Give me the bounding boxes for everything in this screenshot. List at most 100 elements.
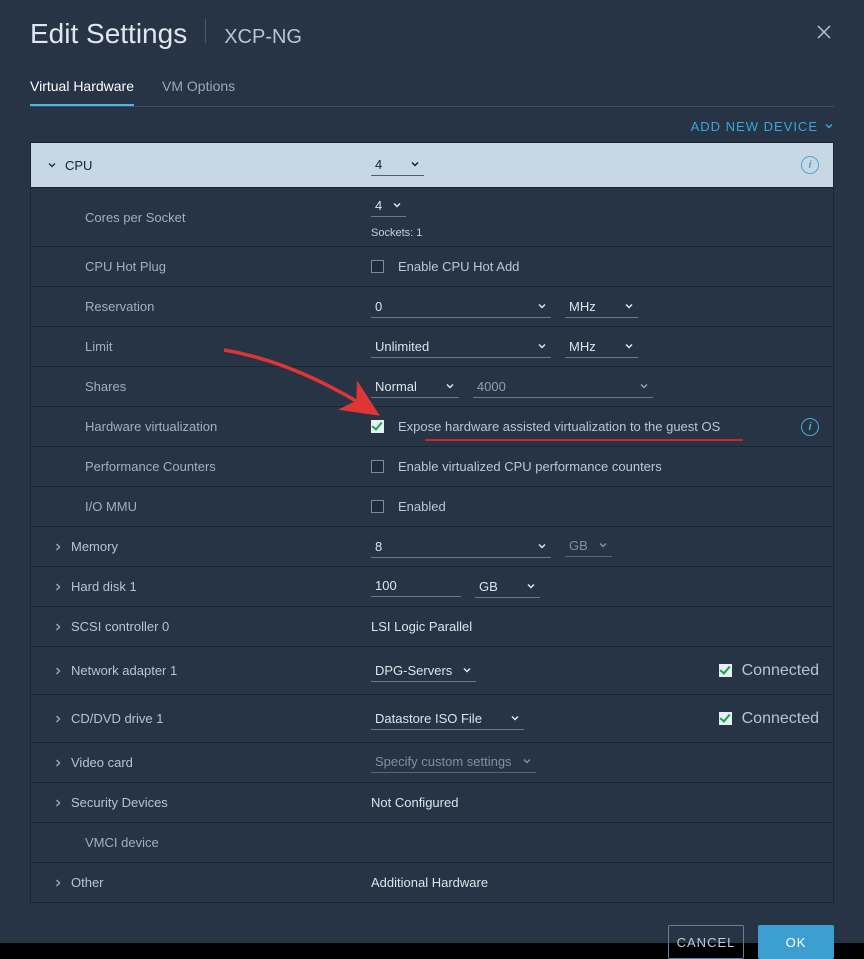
- scsi-value: LSI Logic Parallel: [371, 619, 472, 634]
- chevron-right-icon: [53, 798, 63, 808]
- close-icon[interactable]: [814, 22, 834, 47]
- vm-name: XCP-NG: [224, 26, 302, 49]
- tab-vm-options[interactable]: VM Options: [162, 78, 235, 106]
- cd-select[interactable]: Datastore ISO File: [371, 708, 524, 730]
- limit-unit-select[interactable]: MHz: [565, 336, 638, 358]
- chevron-right-icon: [53, 714, 63, 724]
- chevron-down-icon: [537, 299, 547, 314]
- row-limit: Limit Unlimited MHz: [31, 326, 833, 366]
- chevron-down-icon: [47, 160, 57, 170]
- shares-mode: Normal: [375, 379, 417, 394]
- chevron-down-icon: [462, 663, 472, 678]
- cpu-label: CPU: [65, 158, 92, 173]
- annotation-underline: [425, 439, 743, 441]
- cd-connected-label: Connected: [742, 710, 819, 728]
- row-network-adapter-1[interactable]: Network adapter 1 DPG-Servers Connected: [31, 646, 833, 694]
- performance-counters-label: Performance Counters: [85, 459, 216, 474]
- network-connected-label: Connected: [742, 662, 819, 680]
- cpu-count-select[interactable]: 4: [371, 154, 424, 176]
- row-reservation: Reservation 0 MHz: [31, 286, 833, 326]
- network-label: Network adapter 1: [71, 663, 177, 678]
- row-cd-dvd-drive-1[interactable]: CD/DVD drive 1 Datastore ISO File Connec…: [31, 694, 833, 742]
- shares-label: Shares: [85, 379, 126, 394]
- cores-per-socket-label: Cores per Socket: [85, 210, 185, 225]
- chevron-right-icon: [53, 622, 63, 632]
- other-value: Additional Hardware: [371, 875, 488, 890]
- add-new-device-button[interactable]: ADD NEW DEVICE: [691, 119, 834, 134]
- video-value: Specify custom settings: [375, 754, 512, 769]
- hard-disk-size-input[interactable]: [371, 576, 461, 597]
- add-device-label: ADD NEW DEVICE: [691, 119, 818, 134]
- row-security-devices[interactable]: Security Devices Not Configured: [31, 782, 833, 822]
- limit-label: Limit: [85, 339, 112, 354]
- info-icon[interactable]: i: [801, 156, 819, 174]
- tabs: Virtual Hardware VM Options: [30, 78, 834, 107]
- hardware-virtualization-label: Hardware virtualization: [85, 419, 217, 434]
- memory-unit: GB: [569, 538, 588, 553]
- row-hard-disk-1[interactable]: Hard disk 1 GB: [31, 566, 833, 606]
- hard-disk-label: Hard disk 1: [71, 579, 137, 594]
- io-mmu-checkbox[interactable]: [371, 500, 384, 513]
- cd-connected-checkbox[interactable]: [719, 712, 732, 725]
- limit-select[interactable]: Unlimited: [371, 336, 551, 358]
- chevron-down-icon: [537, 339, 547, 354]
- ok-button[interactable]: OK: [758, 925, 834, 959]
- expose-hv-checkbox[interactable]: [371, 420, 384, 433]
- cancel-button[interactable]: CANCEL: [668, 925, 744, 959]
- limit-unit: MHz: [569, 339, 596, 354]
- reservation-value: 0: [375, 299, 382, 314]
- row-other[interactable]: Other Additional Hardware: [31, 862, 833, 902]
- chevron-right-icon: [53, 582, 63, 592]
- reservation-unit-select[interactable]: MHz: [565, 296, 638, 318]
- row-cpu-hot-plug: CPU Hot Plug Enable CPU Hot Add: [31, 246, 833, 286]
- cpu-hot-add-label: Enable CPU Hot Add: [398, 259, 519, 274]
- chevron-right-icon: [53, 878, 63, 888]
- title-divider: [205, 19, 206, 43]
- chevron-down-icon: [624, 299, 634, 314]
- row-cpu[interactable]: CPU 4 i: [31, 143, 833, 187]
- chevron-right-icon: [53, 758, 63, 768]
- shares-mode-select[interactable]: Normal: [371, 376, 459, 398]
- network-connected-checkbox[interactable]: [719, 664, 732, 677]
- row-memory[interactable]: Memory 8 GB: [31, 526, 833, 566]
- hard-disk-unit: GB: [479, 579, 498, 594]
- video-select[interactable]: Specify custom settings: [371, 752, 536, 773]
- network-select[interactable]: DPG-Servers: [371, 660, 476, 682]
- row-vmci-device: VMCI device: [31, 822, 833, 862]
- cpu-hot-add-checkbox[interactable]: [371, 260, 384, 273]
- chevron-down-icon: [445, 379, 455, 394]
- dialog-header: Edit Settings XCP-NG: [30, 18, 834, 60]
- row-scsi-controller-0[interactable]: SCSI controller 0 LSI Logic Parallel: [31, 606, 833, 646]
- edit-settings-dialog: Edit Settings XCP-NG Virtual Hardware VM…: [0, 0, 864, 943]
- chevron-down-icon: [522, 754, 532, 769]
- perf-counters-checkbox[interactable]: [371, 460, 384, 473]
- memory-label: Memory: [71, 539, 118, 554]
- chevron-down-icon: [824, 119, 834, 134]
- memory-value-select[interactable]: 8: [371, 536, 551, 558]
- dialog-footer: CANCEL OK: [30, 925, 834, 959]
- reservation-label: Reservation: [85, 299, 154, 314]
- tab-virtual-hardware[interactable]: Virtual Hardware: [30, 78, 134, 106]
- network-value: DPG-Servers: [375, 663, 452, 678]
- row-shares: Shares Normal 4000: [31, 366, 833, 406]
- info-icon[interactable]: i: [801, 418, 819, 436]
- memory-unit-select[interactable]: GB: [565, 536, 612, 557]
- cores-per-socket-value: 4: [375, 198, 382, 213]
- row-hardware-virtualization: Hardware virtualization Expose hardware …: [31, 406, 833, 446]
- row-cores-per-socket: Cores per Socket 4 Sockets: 1: [31, 187, 833, 246]
- row-video-card[interactable]: Video card Specify custom settings: [31, 742, 833, 782]
- shares-value-select[interactable]: 4000: [473, 376, 653, 398]
- vmci-label: VMCI device: [85, 835, 159, 850]
- io-mmu-enabled-label: Enabled: [398, 499, 446, 514]
- shares-value: 4000: [477, 379, 506, 394]
- chevron-down-icon: [510, 711, 520, 726]
- hard-disk-unit-select[interactable]: GB: [475, 576, 540, 598]
- chevron-right-icon: [53, 666, 63, 676]
- chevron-down-icon: [537, 539, 547, 554]
- reservation-select[interactable]: 0: [371, 296, 551, 318]
- settings-table: CPU 4 i Cores per Socket 4 Sockets: 1: [30, 142, 834, 903]
- video-label: Video card: [71, 755, 133, 770]
- cores-per-socket-select[interactable]: 4: [371, 195, 406, 217]
- chevron-down-icon: [392, 198, 402, 213]
- dialog-title: Edit Settings: [30, 18, 187, 50]
